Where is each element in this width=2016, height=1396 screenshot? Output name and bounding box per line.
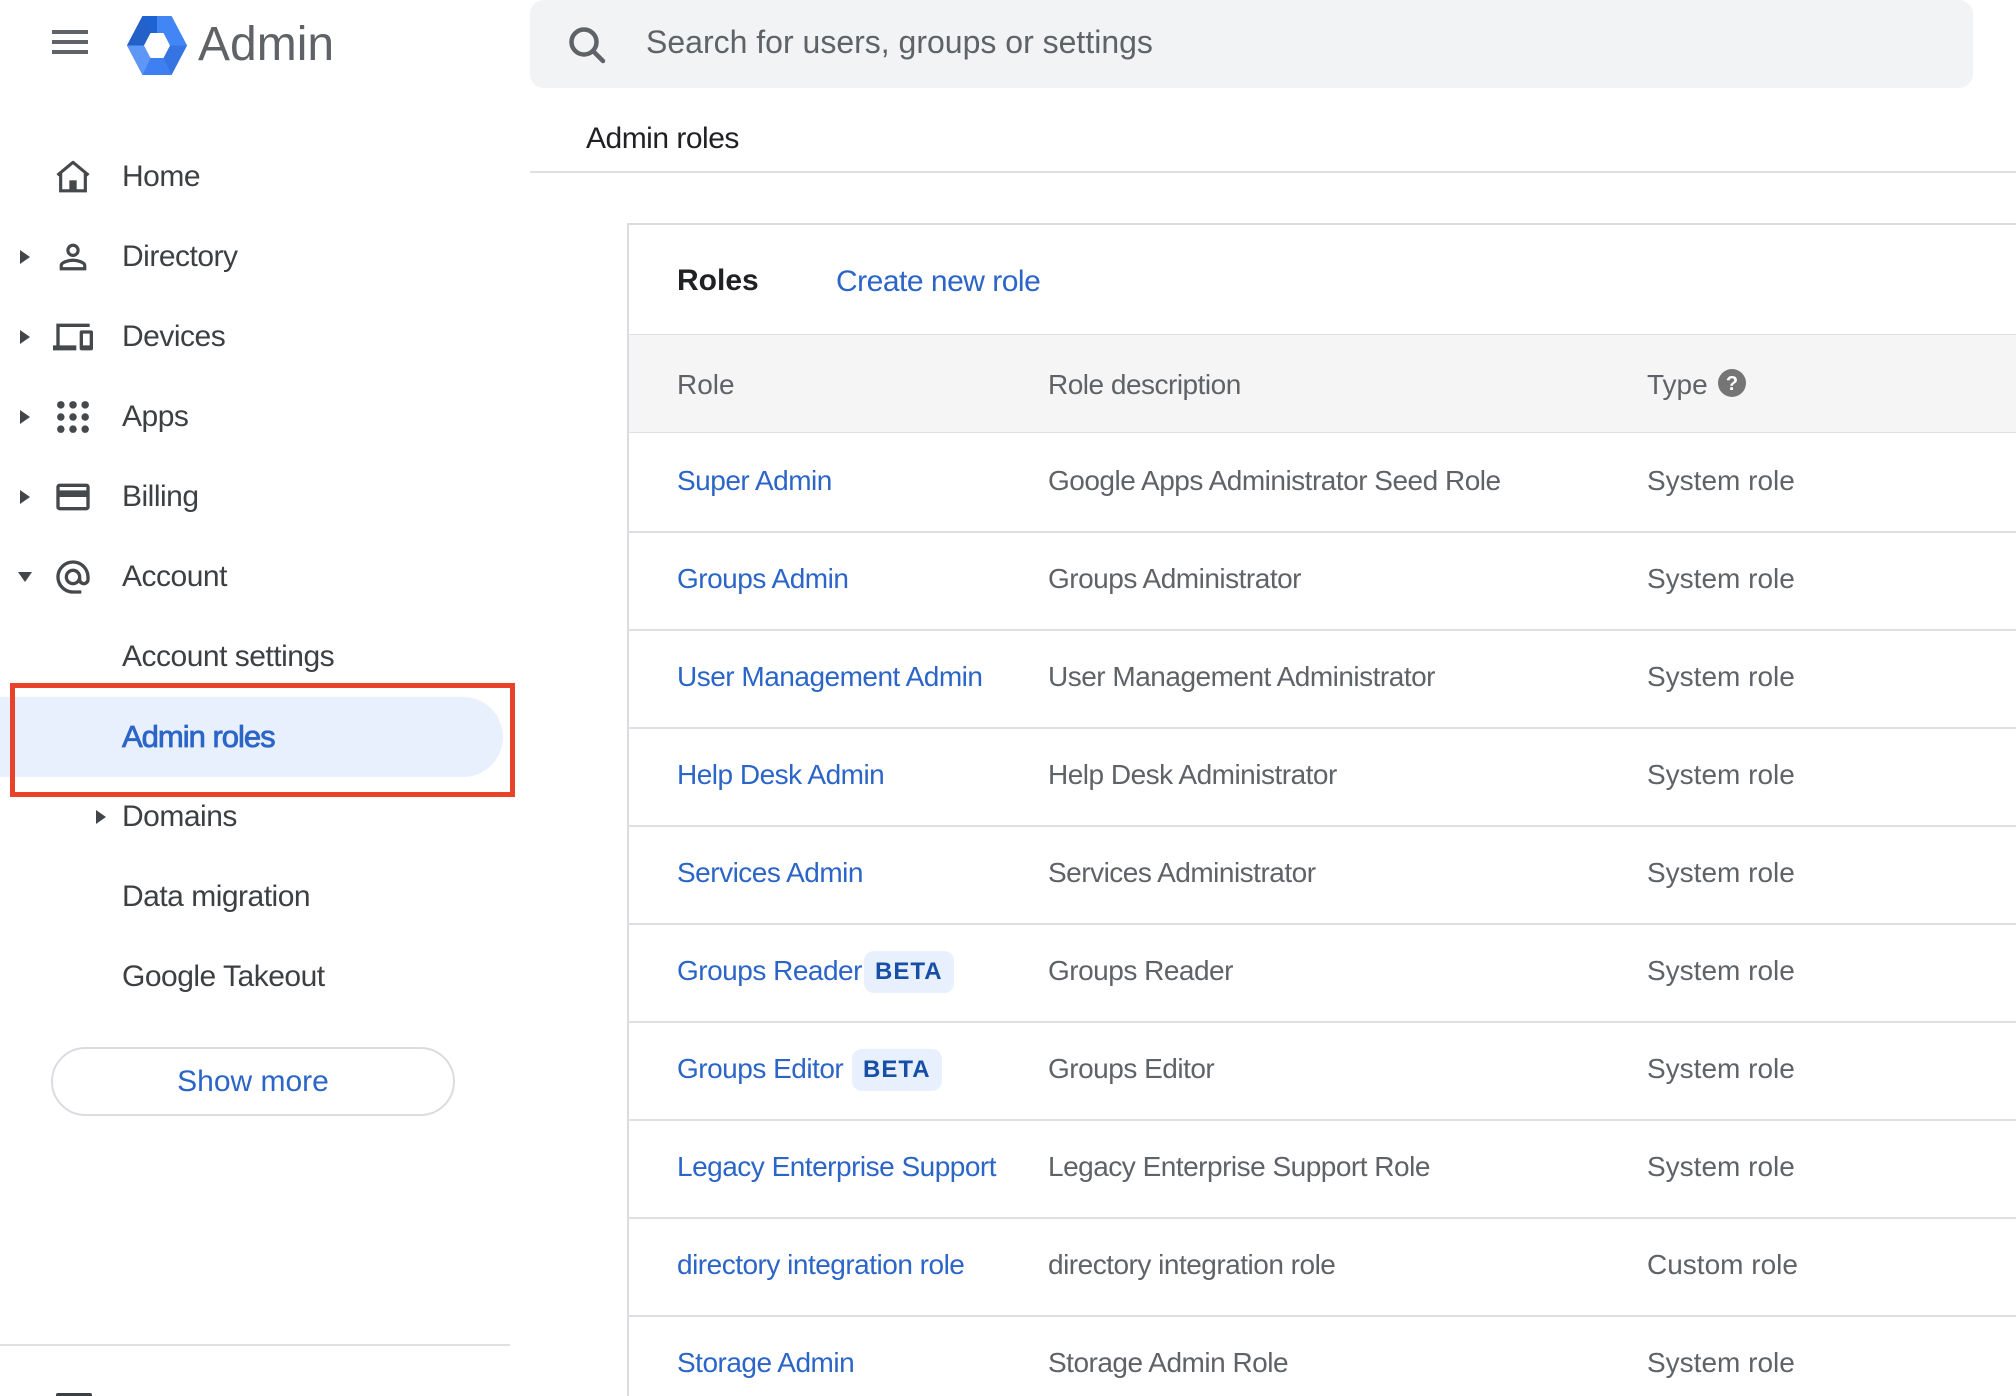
svg-text:?: ? xyxy=(1726,373,1738,395)
